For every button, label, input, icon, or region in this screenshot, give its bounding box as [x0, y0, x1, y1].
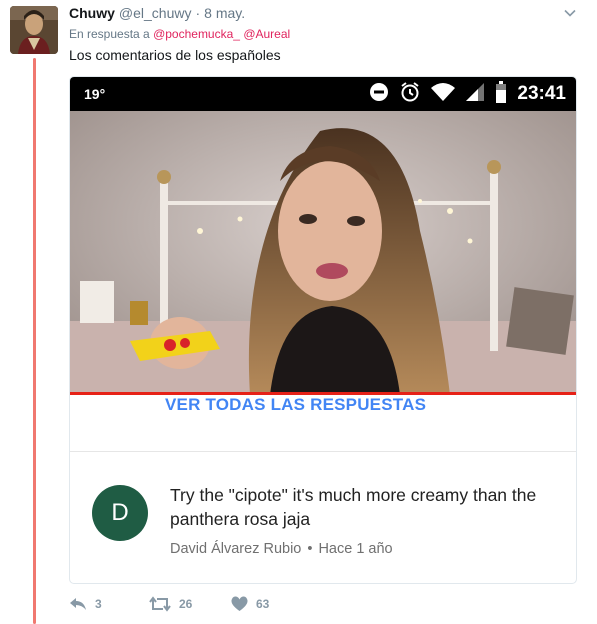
alarm-icon: [399, 81, 421, 108]
comment-meta-separator: •: [307, 541, 313, 557]
comment-meta: David Álvarez Rubio • Hace 1 año: [170, 541, 393, 557]
reply-context: En respuesta a @pochemucka_ @Aureal: [69, 27, 290, 41]
status-temperature: 19°: [84, 86, 106, 102]
comment-divider: [70, 451, 576, 452]
tweet-text: Los comentarios de los españoles: [69, 47, 281, 63]
comment-avatar[interactable]: D: [92, 485, 148, 541]
reply-mention-aureal[interactable]: @Aureal: [243, 27, 290, 41]
thread-line: [33, 58, 36, 624]
tweet-header: Chuwy @el_chuwy · 8 may.: [69, 5, 577, 25]
phone-status-bar: 19° 23:41: [70, 77, 576, 111]
tweet: Chuwy @el_chuwy · 8 may. En respuesta a …: [0, 0, 597, 624]
signal-icon: [465, 82, 485, 107]
header-separator: ·: [195, 5, 201, 21]
retweet-button[interactable]: 26: [149, 596, 231, 612]
tweet-date[interactable]: 8 may.: [204, 5, 245, 21]
retweet-count: 26: [179, 597, 193, 611]
do-not-disturb-icon: [369, 82, 389, 107]
author-handle[interactable]: @el_chuwy: [119, 5, 192, 21]
comment-time: Hace 1 año: [318, 541, 393, 557]
battery-icon: [495, 80, 507, 108]
reply-button[interactable]: 3: [69, 596, 149, 612]
comment-author[interactable]: David Álvarez Rubio: [170, 541, 301, 557]
tweet-media[interactable]: 19° 23:41 VER TODAS LAS RESPUESTAS D Try…: [69, 76, 577, 584]
view-all-replies-link[interactable]: VER TODAS LAS RESPUESTAS: [165, 395, 426, 415]
video-frame[interactable]: [70, 111, 576, 395]
tweet-actions: 3 26 63: [69, 596, 269, 612]
status-icons: 23:41: [369, 80, 566, 108]
author-name[interactable]: Chuwy: [69, 5, 115, 21]
reply-mention-pochemucka[interactable]: @pochemucka_: [153, 27, 240, 41]
like-count: 63: [256, 597, 270, 611]
reply-prefix: En respuesta a: [69, 27, 150, 41]
reply-icon: [69, 596, 87, 612]
author-avatar[interactable]: [10, 6, 58, 54]
status-clock: 23:41: [517, 83, 566, 104]
like-button[interactable]: 63: [231, 596, 269, 612]
comment-text: Try the "cipote" it's much more creamy t…: [170, 485, 537, 529]
reply-count: 3: [95, 597, 102, 611]
heart-icon: [231, 596, 248, 612]
retweet-icon: [149, 596, 171, 612]
chevron-down-icon[interactable]: [563, 6, 577, 20]
wifi-icon: [431, 82, 456, 107]
video-thumbnail-image: [70, 111, 576, 395]
